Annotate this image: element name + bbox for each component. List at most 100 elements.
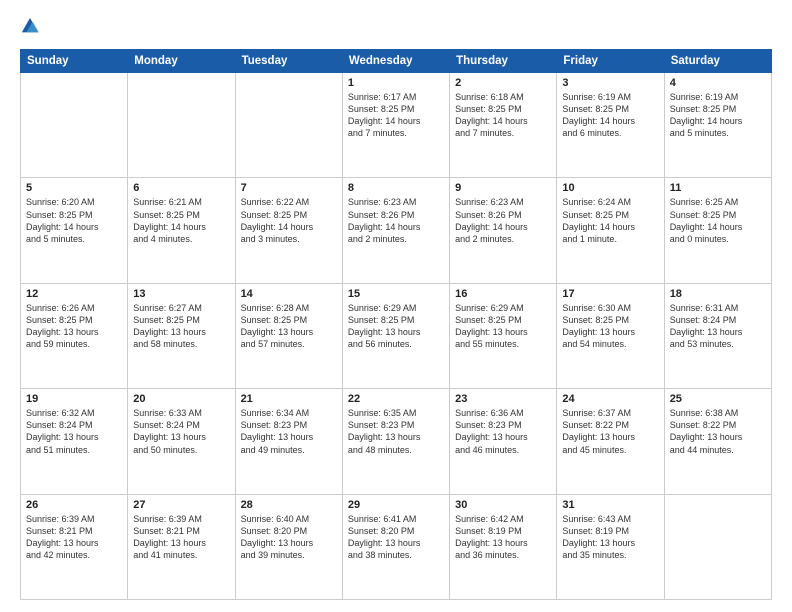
day-number: 15 xyxy=(348,288,444,300)
day-info: Sunrise: 6:20 AM Sunset: 8:25 PM Dayligh… xyxy=(26,196,122,245)
day-number: 4 xyxy=(670,77,766,89)
week-row-2: 5 Sunrise: 6:20 AM Sunset: 8:25 PM Daylig… xyxy=(21,178,772,283)
day-info: Sunrise: 6:22 AM Sunset: 8:25 PM Dayligh… xyxy=(241,196,337,245)
calendar-cell: 21 Sunrise: 6:34 AM Sunset: 8:23 PM Dayli… xyxy=(235,389,342,494)
day-info: Sunrise: 6:19 AM Sunset: 8:25 PM Dayligh… xyxy=(670,91,766,140)
calendar-cell: 1 Sunrise: 6:17 AM Sunset: 8:25 PM Daylig… xyxy=(342,73,449,178)
day-number: 11 xyxy=(670,182,766,194)
day-info: Sunrise: 6:34 AM Sunset: 8:23 PM Dayligh… xyxy=(241,407,337,456)
calendar-cell: 22 Sunrise: 6:35 AM Sunset: 8:23 PM Dayli… xyxy=(342,389,449,494)
calendar-cell: 10 Sunrise: 6:24 AM Sunset: 8:25 PM Dayli… xyxy=(557,178,664,283)
calendar-cell: 14 Sunrise: 6:28 AM Sunset: 8:25 PM Dayli… xyxy=(235,283,342,388)
calendar-cell: 2Sunrise: 6:18 AM Sunset: 8:25 PM Daylig… xyxy=(450,73,557,178)
calendar-cell: 20 Sunrise: 6:33 AM Sunset: 8:24 PM Dayli… xyxy=(128,389,235,494)
calendar-cell: 5 Sunrise: 6:20 AM Sunset: 8:25 PM Daylig… xyxy=(21,178,128,283)
calendar-cell xyxy=(235,73,342,178)
day-info: Sunrise: 6:27 AM Sunset: 8:25 PM Dayligh… xyxy=(133,302,229,351)
day-info: Sunrise: 6:23 AM Sunset: 8:26 PM Dayligh… xyxy=(455,196,551,245)
weekday-header-friday: Friday xyxy=(557,50,664,73)
day-info: Sunrise: 6:33 AM Sunset: 8:24 PM Dayligh… xyxy=(133,407,229,456)
day-number: 6 xyxy=(133,182,229,194)
day-info: Sunrise: 6:31 AM Sunset: 8:24 PM Dayligh… xyxy=(670,302,766,351)
day-number: 10 xyxy=(562,182,658,194)
day-number: 20 xyxy=(133,393,229,405)
calendar-cell: 23 Sunrise: 6:36 AM Sunset: 8:23 PM Dayli… xyxy=(450,389,557,494)
calendar-cell: 15 Sunrise: 6:29 AM Sunset: 8:25 PM Dayli… xyxy=(342,283,449,388)
weekday-header-wednesday: Wednesday xyxy=(342,50,449,73)
day-number: 31 xyxy=(562,499,658,511)
day-number: 22 xyxy=(348,393,444,405)
header xyxy=(20,16,772,41)
week-row-1: 1 Sunrise: 6:17 AM Sunset: 8:25 PM Daylig… xyxy=(21,73,772,178)
calendar-cell: 29 Sunrise: 6:41 AM Sunset: 8:20 PM Dayli… xyxy=(342,494,449,599)
day-number: 2 xyxy=(455,77,551,89)
calendar-cell: 24 Sunrise: 6:37 AM Sunset: 8:22 PM Dayli… xyxy=(557,389,664,494)
day-number: 9 xyxy=(455,182,551,194)
day-number: 29 xyxy=(348,499,444,511)
weekday-header-row: SundayMondayTuesdayWednesdayThursdayFrid… xyxy=(21,50,772,73)
day-info: Sunrise: 6:29 AM Sunset: 8:25 PM Dayligh… xyxy=(348,302,444,351)
logo-icon xyxy=(20,16,40,36)
day-number: 27 xyxy=(133,499,229,511)
day-number: 12 xyxy=(26,288,122,300)
calendar-cell: 9 Sunrise: 6:23 AM Sunset: 8:26 PM Daylig… xyxy=(450,178,557,283)
calendar-cell: 31 Sunrise: 6:43 AM Sunset: 8:19 PM Dayli… xyxy=(557,494,664,599)
calendar-cell: 6Sunrise: 6:21 AM Sunset: 8:25 PM Daylig… xyxy=(128,178,235,283)
weekday-header-saturday: Saturday xyxy=(664,50,771,73)
day-info: Sunrise: 6:30 AM Sunset: 8:25 PM Dayligh… xyxy=(562,302,658,351)
logo xyxy=(20,16,42,41)
calendar-cell: 17 Sunrise: 6:30 AM Sunset: 8:25 PM Dayli… xyxy=(557,283,664,388)
day-info: Sunrise: 6:37 AM Sunset: 8:22 PM Dayligh… xyxy=(562,407,658,456)
calendar-cell: 3Sunrise: 6:19 AM Sunset: 8:25 PM Daylig… xyxy=(557,73,664,178)
calendar-cell xyxy=(664,494,771,599)
day-number: 30 xyxy=(455,499,551,511)
weekday-header-tuesday: Tuesday xyxy=(235,50,342,73)
calendar-cell xyxy=(128,73,235,178)
calendar-cell: 16 Sunrise: 6:29 AM Sunset: 8:25 PM Dayli… xyxy=(450,283,557,388)
day-number: 7 xyxy=(241,182,337,194)
calendar-cell: 11Sunrise: 6:25 AM Sunset: 8:25 PM Dayli… xyxy=(664,178,771,283)
day-number: 28 xyxy=(241,499,337,511)
day-info: Sunrise: 6:29 AM Sunset: 8:25 PM Dayligh… xyxy=(455,302,551,351)
day-info: Sunrise: 6:41 AM Sunset: 8:20 PM Dayligh… xyxy=(348,513,444,562)
calendar-cell: 7 Sunrise: 6:22 AM Sunset: 8:25 PM Daylig… xyxy=(235,178,342,283)
day-info: Sunrise: 6:43 AM Sunset: 8:19 PM Dayligh… xyxy=(562,513,658,562)
week-row-3: 12Sunrise: 6:26 AM Sunset: 8:25 PM Dayli… xyxy=(21,283,772,388)
week-row-5: 26Sunrise: 6:39 AM Sunset: 8:21 PM Dayli… xyxy=(21,494,772,599)
day-number: 17 xyxy=(562,288,658,300)
calendar-table: SundayMondayTuesdayWednesdayThursdayFrid… xyxy=(20,49,772,600)
day-info: Sunrise: 6:32 AM Sunset: 8:24 PM Dayligh… xyxy=(26,407,122,456)
calendar-cell: 12Sunrise: 6:26 AM Sunset: 8:25 PM Dayli… xyxy=(21,283,128,388)
day-info: Sunrise: 6:36 AM Sunset: 8:23 PM Dayligh… xyxy=(455,407,551,456)
calendar-cell: 18 Sunrise: 6:31 AM Sunset: 8:24 PM Dayli… xyxy=(664,283,771,388)
day-number: 24 xyxy=(562,393,658,405)
day-info: Sunrise: 6:39 AM Sunset: 8:21 PM Dayligh… xyxy=(26,513,122,562)
week-row-4: 19 Sunrise: 6:32 AM Sunset: 8:24 PM Dayli… xyxy=(21,389,772,494)
day-info: Sunrise: 6:17 AM Sunset: 8:25 PM Dayligh… xyxy=(348,91,444,140)
day-info: Sunrise: 6:40 AM Sunset: 8:20 PM Dayligh… xyxy=(241,513,337,562)
calendar-cell: 19 Sunrise: 6:32 AM Sunset: 8:24 PM Dayli… xyxy=(21,389,128,494)
calendar-cell: 4 Sunrise: 6:19 AM Sunset: 8:25 PM Daylig… xyxy=(664,73,771,178)
day-number: 5 xyxy=(26,182,122,194)
weekday-header-thursday: Thursday xyxy=(450,50,557,73)
day-number: 14 xyxy=(241,288,337,300)
day-number: 19 xyxy=(26,393,122,405)
day-info: Sunrise: 6:42 AM Sunset: 8:19 PM Dayligh… xyxy=(455,513,551,562)
day-info: Sunrise: 6:24 AM Sunset: 8:25 PM Dayligh… xyxy=(562,196,658,245)
day-info: Sunrise: 6:28 AM Sunset: 8:25 PM Dayligh… xyxy=(241,302,337,351)
weekday-header-sunday: Sunday xyxy=(21,50,128,73)
calendar-cell: 28 Sunrise: 6:40 AM Sunset: 8:20 PM Dayli… xyxy=(235,494,342,599)
day-info: Sunrise: 6:35 AM Sunset: 8:23 PM Dayligh… xyxy=(348,407,444,456)
day-number: 21 xyxy=(241,393,337,405)
day-number: 23 xyxy=(455,393,551,405)
calendar-cell: 27 Sunrise: 6:39 AM Sunset: 8:21 PM Dayli… xyxy=(128,494,235,599)
day-number: 18 xyxy=(670,288,766,300)
calendar-cell xyxy=(21,73,128,178)
day-info: Sunrise: 6:23 AM Sunset: 8:26 PM Dayligh… xyxy=(348,196,444,245)
day-number: 16 xyxy=(455,288,551,300)
calendar-cell: 13Sunrise: 6:27 AM Sunset: 8:25 PM Dayli… xyxy=(128,283,235,388)
day-number: 1 xyxy=(348,77,444,89)
day-info: Sunrise: 6:39 AM Sunset: 8:21 PM Dayligh… xyxy=(133,513,229,562)
calendar-cell: 25Sunrise: 6:38 AM Sunset: 8:22 PM Dayli… xyxy=(664,389,771,494)
calendar-cell: 26Sunrise: 6:39 AM Sunset: 8:21 PM Dayli… xyxy=(21,494,128,599)
